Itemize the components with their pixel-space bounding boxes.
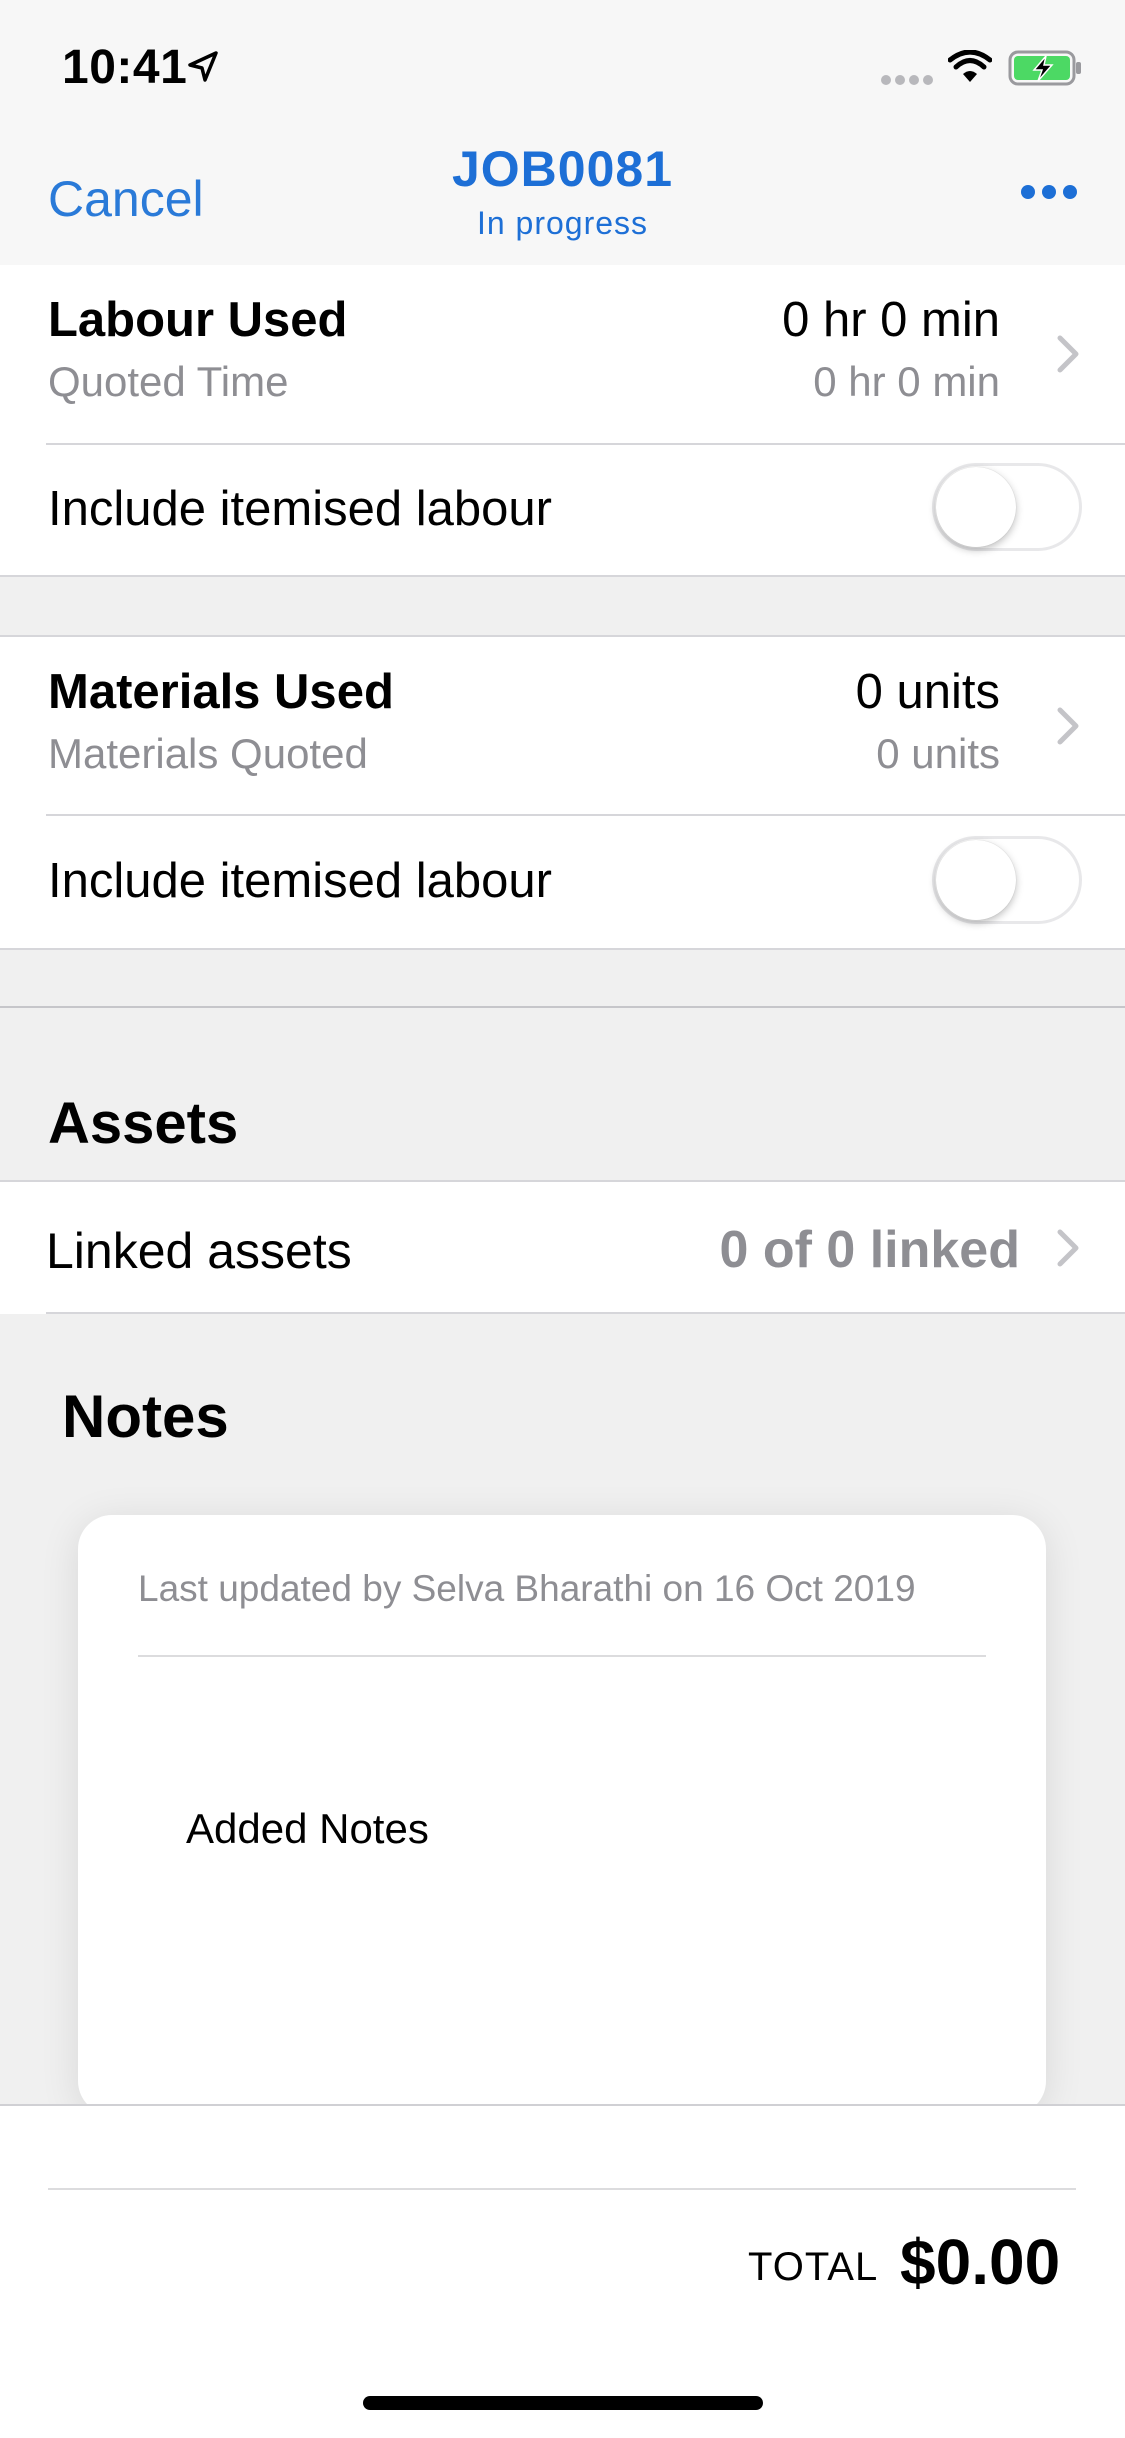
include-itemised-labour-toggle[interactable] bbox=[932, 463, 1082, 551]
quoted-time-value: 0 hr 0 min bbox=[813, 358, 1000, 405]
wifi-icon bbox=[948, 50, 992, 82]
status-time: 10:41 bbox=[62, 41, 188, 94]
more-options-icon[interactable] bbox=[1020, 182, 1078, 202]
divider bbox=[0, 1006, 1125, 1008]
toggle-knob bbox=[936, 840, 1016, 920]
notes-last-updated: Last updated by Selva Bharathi on 16 Oct… bbox=[138, 1568, 916, 1609]
total-label: TOTAL bbox=[748, 2245, 879, 2289]
location-arrow-icon bbox=[188, 51, 218, 82]
materials-quoted-value: 0 units bbox=[876, 730, 1000, 777]
job-title: JOB0081 bbox=[451, 141, 674, 197]
divider bbox=[46, 1312, 1125, 1314]
job-status: In progress bbox=[476, 205, 649, 241]
linked-assets-label: Linked assets bbox=[46, 1223, 352, 1279]
materials-quoted-label: Materials Quoted bbox=[48, 730, 368, 777]
chevron-right-icon bbox=[1057, 1229, 1079, 1267]
notes-text[interactable]: Added Notes bbox=[186, 1805, 429, 1853]
labour-used-title: Labour Used bbox=[48, 293, 348, 347]
include-itemised-labour-label: Include itemised labour bbox=[48, 482, 552, 536]
include-itemised-materials-label: Include itemised labour bbox=[48, 854, 552, 908]
battery-charging-icon bbox=[1008, 50, 1081, 86]
divider bbox=[46, 443, 1125, 445]
divider bbox=[46, 814, 1125, 816]
quoted-time-label: Quoted Time bbox=[48, 358, 289, 405]
notes-title: Notes bbox=[62, 1383, 229, 1450]
home-indicator[interactable] bbox=[363, 2396, 763, 2410]
total-value: $0.00 bbox=[900, 2226, 1061, 2298]
footer-divider bbox=[48, 2188, 1076, 2190]
assets-header: Assets bbox=[48, 1091, 239, 1156]
materials-used-title: Materials Used bbox=[48, 665, 394, 719]
linked-assets-value: 0 of 0 linked bbox=[719, 1221, 1020, 1279]
labour-used-value: 0 hr 0 min bbox=[782, 293, 1000, 347]
chevron-right-icon bbox=[1057, 335, 1079, 373]
toggle-knob bbox=[936, 467, 1016, 547]
materials-used-value: 0 units bbox=[855, 665, 1000, 719]
cellular-signal-icon bbox=[881, 75, 933, 85]
notes-divider bbox=[138, 1655, 986, 1657]
include-itemised-materials-toggle[interactable] bbox=[932, 836, 1082, 924]
chevron-right-icon bbox=[1057, 707, 1079, 745]
